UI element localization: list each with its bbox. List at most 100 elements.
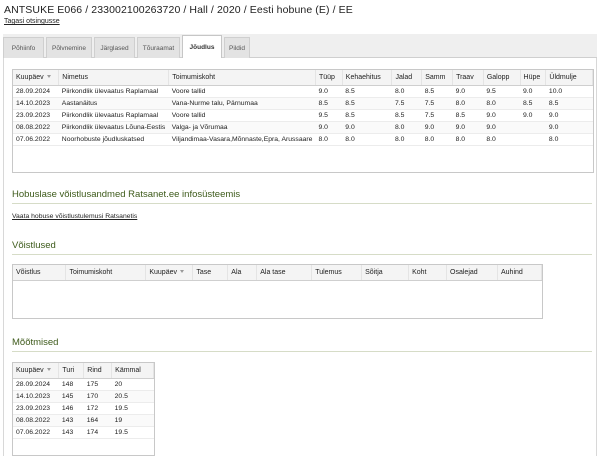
col-tuup[interactable]: Tüüp	[315, 70, 343, 86]
col-kuupaev[interactable]: Kuupäev	[13, 70, 60, 86]
cell-score: 9.0	[315, 85, 343, 98]
table-row: 23.09.2023 146 172 19.5	[13, 402, 154, 415]
cell-value: 19.5	[111, 402, 154, 415]
section-divider	[12, 203, 592, 204]
table-row: 07.06.2022 143 174 19.5	[13, 426, 154, 439]
cell-score: 9.0	[483, 109, 521, 122]
cell-score	[520, 121, 546, 134]
col-toimumiskoht[interactable]: Toimumiskoht	[168, 70, 316, 86]
cell-value: 143	[58, 426, 84, 439]
performance-header-row: Kuupäev Nimetus Toimumiskoht Tüüp Kehaeh…	[13, 70, 593, 86]
cell-value: 20.5	[111, 390, 154, 403]
cell-score: 8.5	[315, 97, 343, 110]
cell-date: 07.06.2022	[13, 133, 59, 146]
col-ala-tase[interactable]: Ala tase	[256, 265, 313, 281]
cell-score: 8.5	[545, 97, 593, 110]
col-kuupaev[interactable]: Kuupäev	[145, 265, 194, 281]
cell-location: Voore tallid	[168, 109, 316, 122]
cell-score: 8.5	[452, 109, 484, 122]
page-title: ANTSUKE E066 / 233002100263720 / Hall / …	[4, 4, 353, 16]
cell-location: Valga- ja Võrumaa	[168, 121, 316, 134]
cell-date: 08.08.2022	[13, 414, 59, 427]
col-tase[interactable]: Tase	[192, 265, 229, 281]
cell-value: 164	[83, 414, 112, 427]
sort-arrow-icon	[46, 75, 51, 79]
cell-date: 23.09.2023	[13, 109, 59, 122]
cell-score: 9.0	[452, 121, 484, 134]
cell-value: 174	[83, 426, 112, 439]
col-kuupaev[interactable]: Kuupäev	[13, 363, 60, 379]
table-row: 08.08.2022 143 164 19	[13, 414, 154, 427]
cell-score: 9.0	[452, 85, 484, 98]
back-to-search-link[interactable]: Tagasi otsingusse	[4, 18, 60, 25]
ratsanet-results-link[interactable]: Vaata hobuse võistlustulemusi Ratsanetis	[12, 213, 137, 220]
cell-location: Viljandimaa-Vasara,Mõnnaste,Epra, Arussa…	[168, 133, 316, 146]
cell-score: 8.0	[452, 97, 484, 110]
tab-pohiinfo[interactable]: Põhiinfo	[3, 37, 44, 58]
cell-value: 175	[83, 378, 112, 391]
tab-bar: Põhiinfo Põlvnemine Järglased Tõuraamat …	[3, 34, 597, 58]
cell-score: 8.0	[452, 133, 484, 146]
cell-location: Voore tallid	[168, 85, 316, 98]
col-nimetus[interactable]: Nimetus	[58, 70, 170, 86]
cell-score: 9.0	[545, 121, 593, 134]
col-rind[interactable]: Rind	[83, 363, 113, 379]
cell-score: 8.0	[391, 133, 422, 146]
col-voistlus[interactable]: Võistlus	[13, 265, 67, 281]
cell-date: 14.10.2023	[13, 390, 59, 403]
cell-name: Piirkondlik ülevaatus Raplamaal	[58, 85, 169, 98]
col-turi[interactable]: Turi	[58, 363, 85, 379]
measurements-header-row: Kuupäev Turi Rind Kämmal	[13, 363, 154, 379]
tab-touraamat[interactable]: Tõuraamat	[137, 37, 180, 58]
cell-value: 146	[58, 402, 84, 415]
col-tulemus[interactable]: Tulemus	[311, 265, 363, 281]
col-samm[interactable]: Samm	[421, 70, 454, 86]
cell-name: Piirkondlik ülevaatus Raplamaal	[58, 109, 169, 122]
cell-score: 7.5	[421, 109, 453, 122]
table-row: 08.08.2022 Piirkondlik ülevaatus Lõuna-Ee…	[13, 121, 593, 134]
cell-score: 9.0	[421, 121, 453, 134]
tab-pildid[interactable]: Pildid	[224, 37, 250, 58]
tab-joudlus[interactable]: Jõudlus	[182, 35, 222, 58]
cell-value: 19	[111, 414, 154, 427]
table-row: 28.09.2024 Piirkondlik ülevaatus Raplamaa…	[13, 85, 593, 98]
cell-score: 7.5	[391, 97, 422, 110]
col-kehaehitus[interactable]: Kehaehitus	[342, 70, 393, 86]
competitions-table: Võistlus Toimumiskoht Kuupäev Tase Ala A…	[12, 264, 543, 319]
col-koht[interactable]: Koht	[408, 265, 448, 281]
table-row: 23.09.2023 Piirkondlik ülevaatus Raplamaa…	[13, 109, 593, 122]
col-uldmulje[interactable]: Üldmulje	[545, 70, 593, 86]
col-traav[interactable]: Traav	[452, 70, 484, 86]
col-hupe[interactable]: Hüpe	[520, 70, 547, 86]
measurements-heading: Mõõtmised	[12, 337, 59, 348]
competitions-heading: Võistlused	[12, 240, 56, 251]
cell-score: 8.0	[483, 133, 521, 146]
cell-score: 9.5	[315, 109, 343, 122]
cell-score: 8.5	[421, 85, 453, 98]
cell-value: 148	[58, 378, 84, 391]
cell-score: 8.0	[391, 121, 422, 134]
cell-score: 9.0	[520, 85, 546, 98]
cell-value: 172	[83, 402, 112, 415]
sort-arrow-icon	[179, 270, 184, 274]
col-ala[interactable]: Ala	[227, 265, 258, 281]
col-galopp[interactable]: Galopp	[483, 70, 521, 86]
cell-value: 145	[58, 390, 84, 403]
tab-jarglased[interactable]: Järglased	[94, 37, 135, 58]
col-jalad[interactable]: Jalad	[391, 70, 423, 86]
cell-score: 7.5	[421, 97, 453, 110]
col-toimumiskoht[interactable]: Toimumiskoht	[65, 265, 147, 281]
tab-polvnemine[interactable]: Põlvnemine	[46, 37, 92, 58]
cell-score: 9.5	[483, 85, 521, 98]
table-row: 28.09.2024 148 175 20	[13, 378, 154, 391]
col-kammal[interactable]: Kämmal	[111, 363, 154, 379]
col-osalejad[interactable]: Osalejad	[446, 265, 498, 281]
col-soitja[interactable]: Sõitja	[361, 265, 410, 281]
cell-score: 8.0	[342, 133, 392, 146]
cell-date: 08.08.2022	[13, 121, 59, 134]
cell-score: 8.5	[391, 109, 422, 122]
ratsanet-heading: Hobuslase võistlusandmed Ratsanet.ee inf…	[12, 189, 241, 200]
section-divider	[12, 351, 592, 352]
section-divider	[12, 254, 592, 255]
col-auhind[interactable]: Auhind	[497, 265, 543, 281]
